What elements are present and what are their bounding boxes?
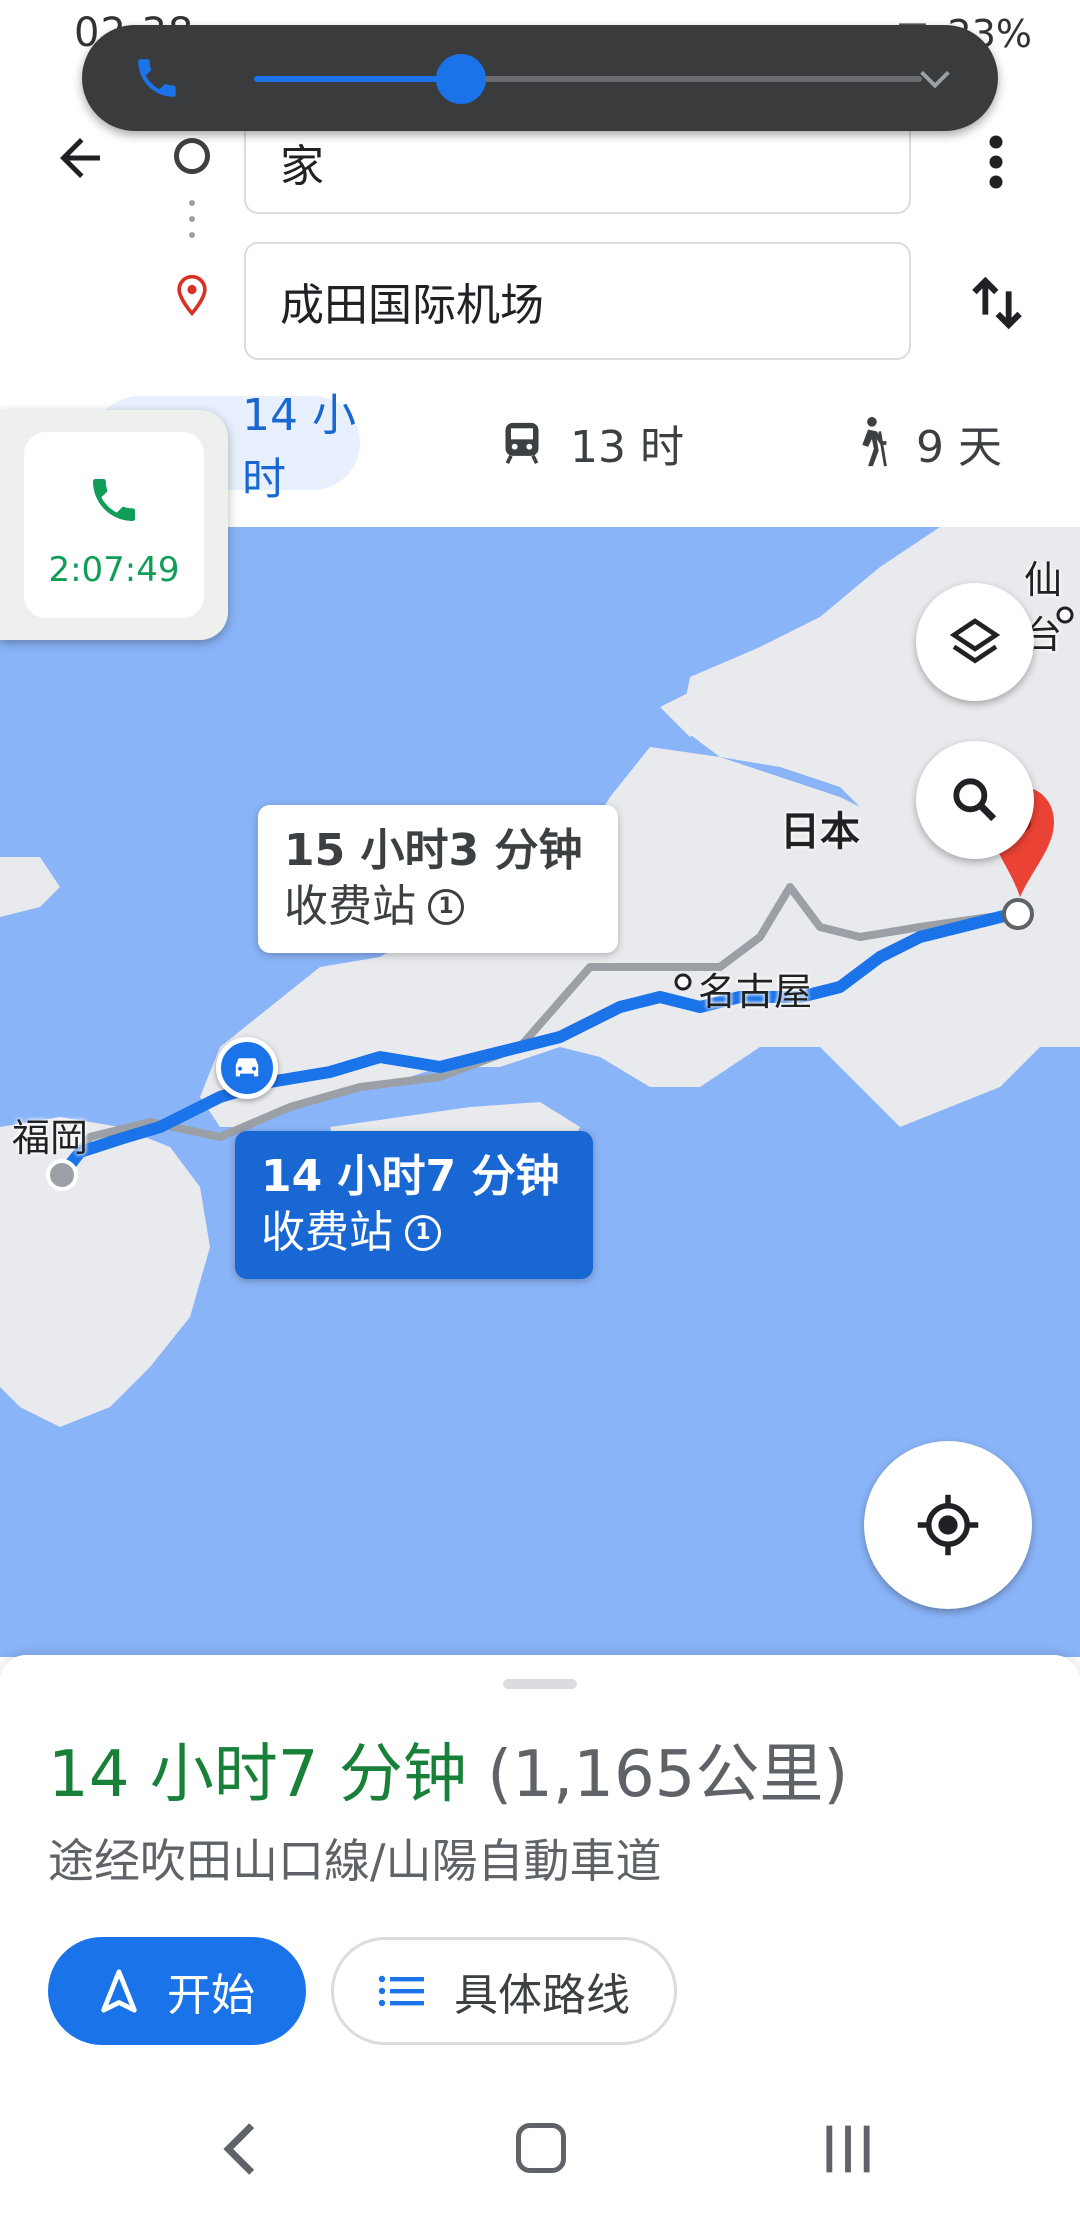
map-label-japan: 日本 — [780, 809, 860, 855]
train-icon — [505, 422, 539, 464]
sheet-drag-handle[interactable] — [503, 1679, 577, 1689]
nav-back-icon[interactable] — [218, 2121, 262, 2177]
info-icon: 1 — [405, 1215, 441, 1251]
start-navigation-button[interactable]: 开始 — [48, 1937, 306, 2045]
destination-pin-icon — [177, 274, 207, 317]
nagoya-dot — [674, 973, 692, 991]
origin-circle-icon — [174, 138, 210, 174]
destination-input[interactable]: 成田国际机场 — [244, 242, 911, 360]
ongoing-call-card[interactable]: 2:07:49 — [0, 410, 228, 640]
phone-icon[interactable] — [132, 53, 182, 103]
alternate-route-toll-label: 收费站 — [284, 881, 416, 932]
land-kyushu — [0, 1117, 210, 1427]
volume-slider-knob[interactable] — [436, 54, 487, 104]
car-marker-icon — [216, 1037, 278, 1099]
selected-route-callout[interactable]: 14 小时7 分钟 收费站 1 — [235, 1131, 593, 1279]
search-along-route-button[interactable] — [916, 741, 1034, 859]
route-summary: 14 小时7 分钟 (1,165公里) — [48, 1723, 848, 1815]
car-icon — [235, 1058, 259, 1077]
back-arrow-icon[interactable] — [50, 128, 110, 188]
map-view[interactable]: 仙台 日本 名古屋 福岡 15 小时3 分钟 收费站 1 14 小时7 分钟 收… — [0, 527, 1080, 1657]
phone-icon — [93, 479, 135, 521]
land-korea-island — [0, 857, 60, 917]
navigation-arrow-icon — [101, 1969, 137, 2013]
destination-dot — [1002, 898, 1034, 930]
my-location-icon — [917, 1494, 979, 1556]
fukuoka-dot — [46, 1159, 78, 1191]
my-location-button[interactable] — [864, 1441, 1032, 1609]
tab-walking-label: 9 天 — [916, 422, 1002, 473]
route-dots-icon — [189, 200, 195, 250]
route-distance: (1,165公里) — [487, 1738, 849, 1812]
alternate-route-callout[interactable]: 15 小时3 分钟 收费站 1 — [258, 805, 618, 953]
info-icon: 1 — [428, 889, 464, 925]
nav-recents-icon[interactable] — [818, 2121, 878, 2177]
nav-home-icon[interactable] — [516, 2123, 566, 2173]
search-icon — [953, 778, 997, 822]
volume-slider-fill — [254, 76, 462, 82]
route-duration: 14 小时7 分钟 — [48, 1738, 467, 1812]
selected-route-toll-label: 收费站 — [261, 1207, 393, 1258]
list-icon — [378, 1975, 424, 2007]
walk-icon — [862, 416, 887, 467]
selected-route-time: 14 小时7 分钟 — [261, 1151, 560, 1202]
map-label-nagoya: 名古屋 — [698, 970, 813, 1014]
layers-button[interactable] — [916, 583, 1034, 701]
layers-icon — [949, 618, 1001, 664]
volume-slider[interactable] — [254, 54, 922, 104]
steps-button-label: 具体路线 — [454, 1970, 630, 2021]
system-nav-bar — [0, 2065, 1080, 2220]
tab-walking[interactable]: 9 天 — [850, 396, 1002, 490]
alternate-route-time: 15 小时3 分钟 — [284, 825, 583, 876]
tab-driving-label: 14 小时 — [242, 390, 356, 505]
chevron-down-icon[interactable] — [912, 55, 958, 101]
tab-transit-label: 13 时 — [570, 422, 684, 473]
call-timer: 2:07:49 — [48, 550, 180, 590]
route-via: 途经吹田山口線/山陽自動車道 — [48, 1834, 662, 1888]
more-options-icon[interactable] — [978, 132, 1014, 192]
call-volume-bar — [82, 25, 998, 131]
swap-icon[interactable] — [962, 268, 1032, 338]
steps-button[interactable]: 具体路线 — [331, 1937, 677, 2045]
call-card-inner: 2:07:49 — [24, 432, 204, 618]
route-summary-sheet[interactable]: 14 小时7 分钟 (1,165公里) 途经吹田山口線/山陽自動車道 开始 具体… — [0, 1655, 1080, 2065]
map-label-fukuoka: 福岡 — [12, 1116, 89, 1160]
start-button-label: 开始 — [167, 1970, 255, 2021]
tab-transit[interactable]: 13 时 — [500, 396, 684, 490]
